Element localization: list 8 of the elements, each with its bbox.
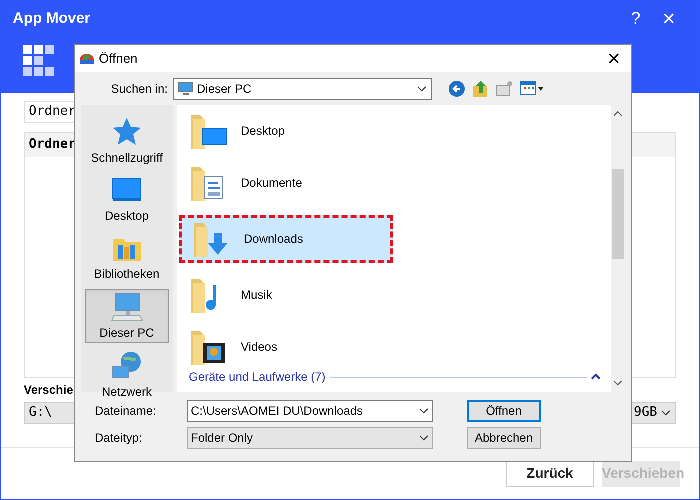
table-header: Ordner	[29, 136, 76, 154]
move-label: Verschie	[24, 382, 74, 399]
file-name-label: Dateiname:	[95, 403, 158, 420]
group-header: Geräte und Laufwerke (7)	[189, 369, 326, 386]
file-type-label: Dateityp:	[95, 430, 144, 447]
look-in-label: Suchen in:	[110, 80, 169, 98]
dialog-title: Öffnen	[99, 50, 139, 68]
window-title: App Mover	[13, 8, 92, 29]
